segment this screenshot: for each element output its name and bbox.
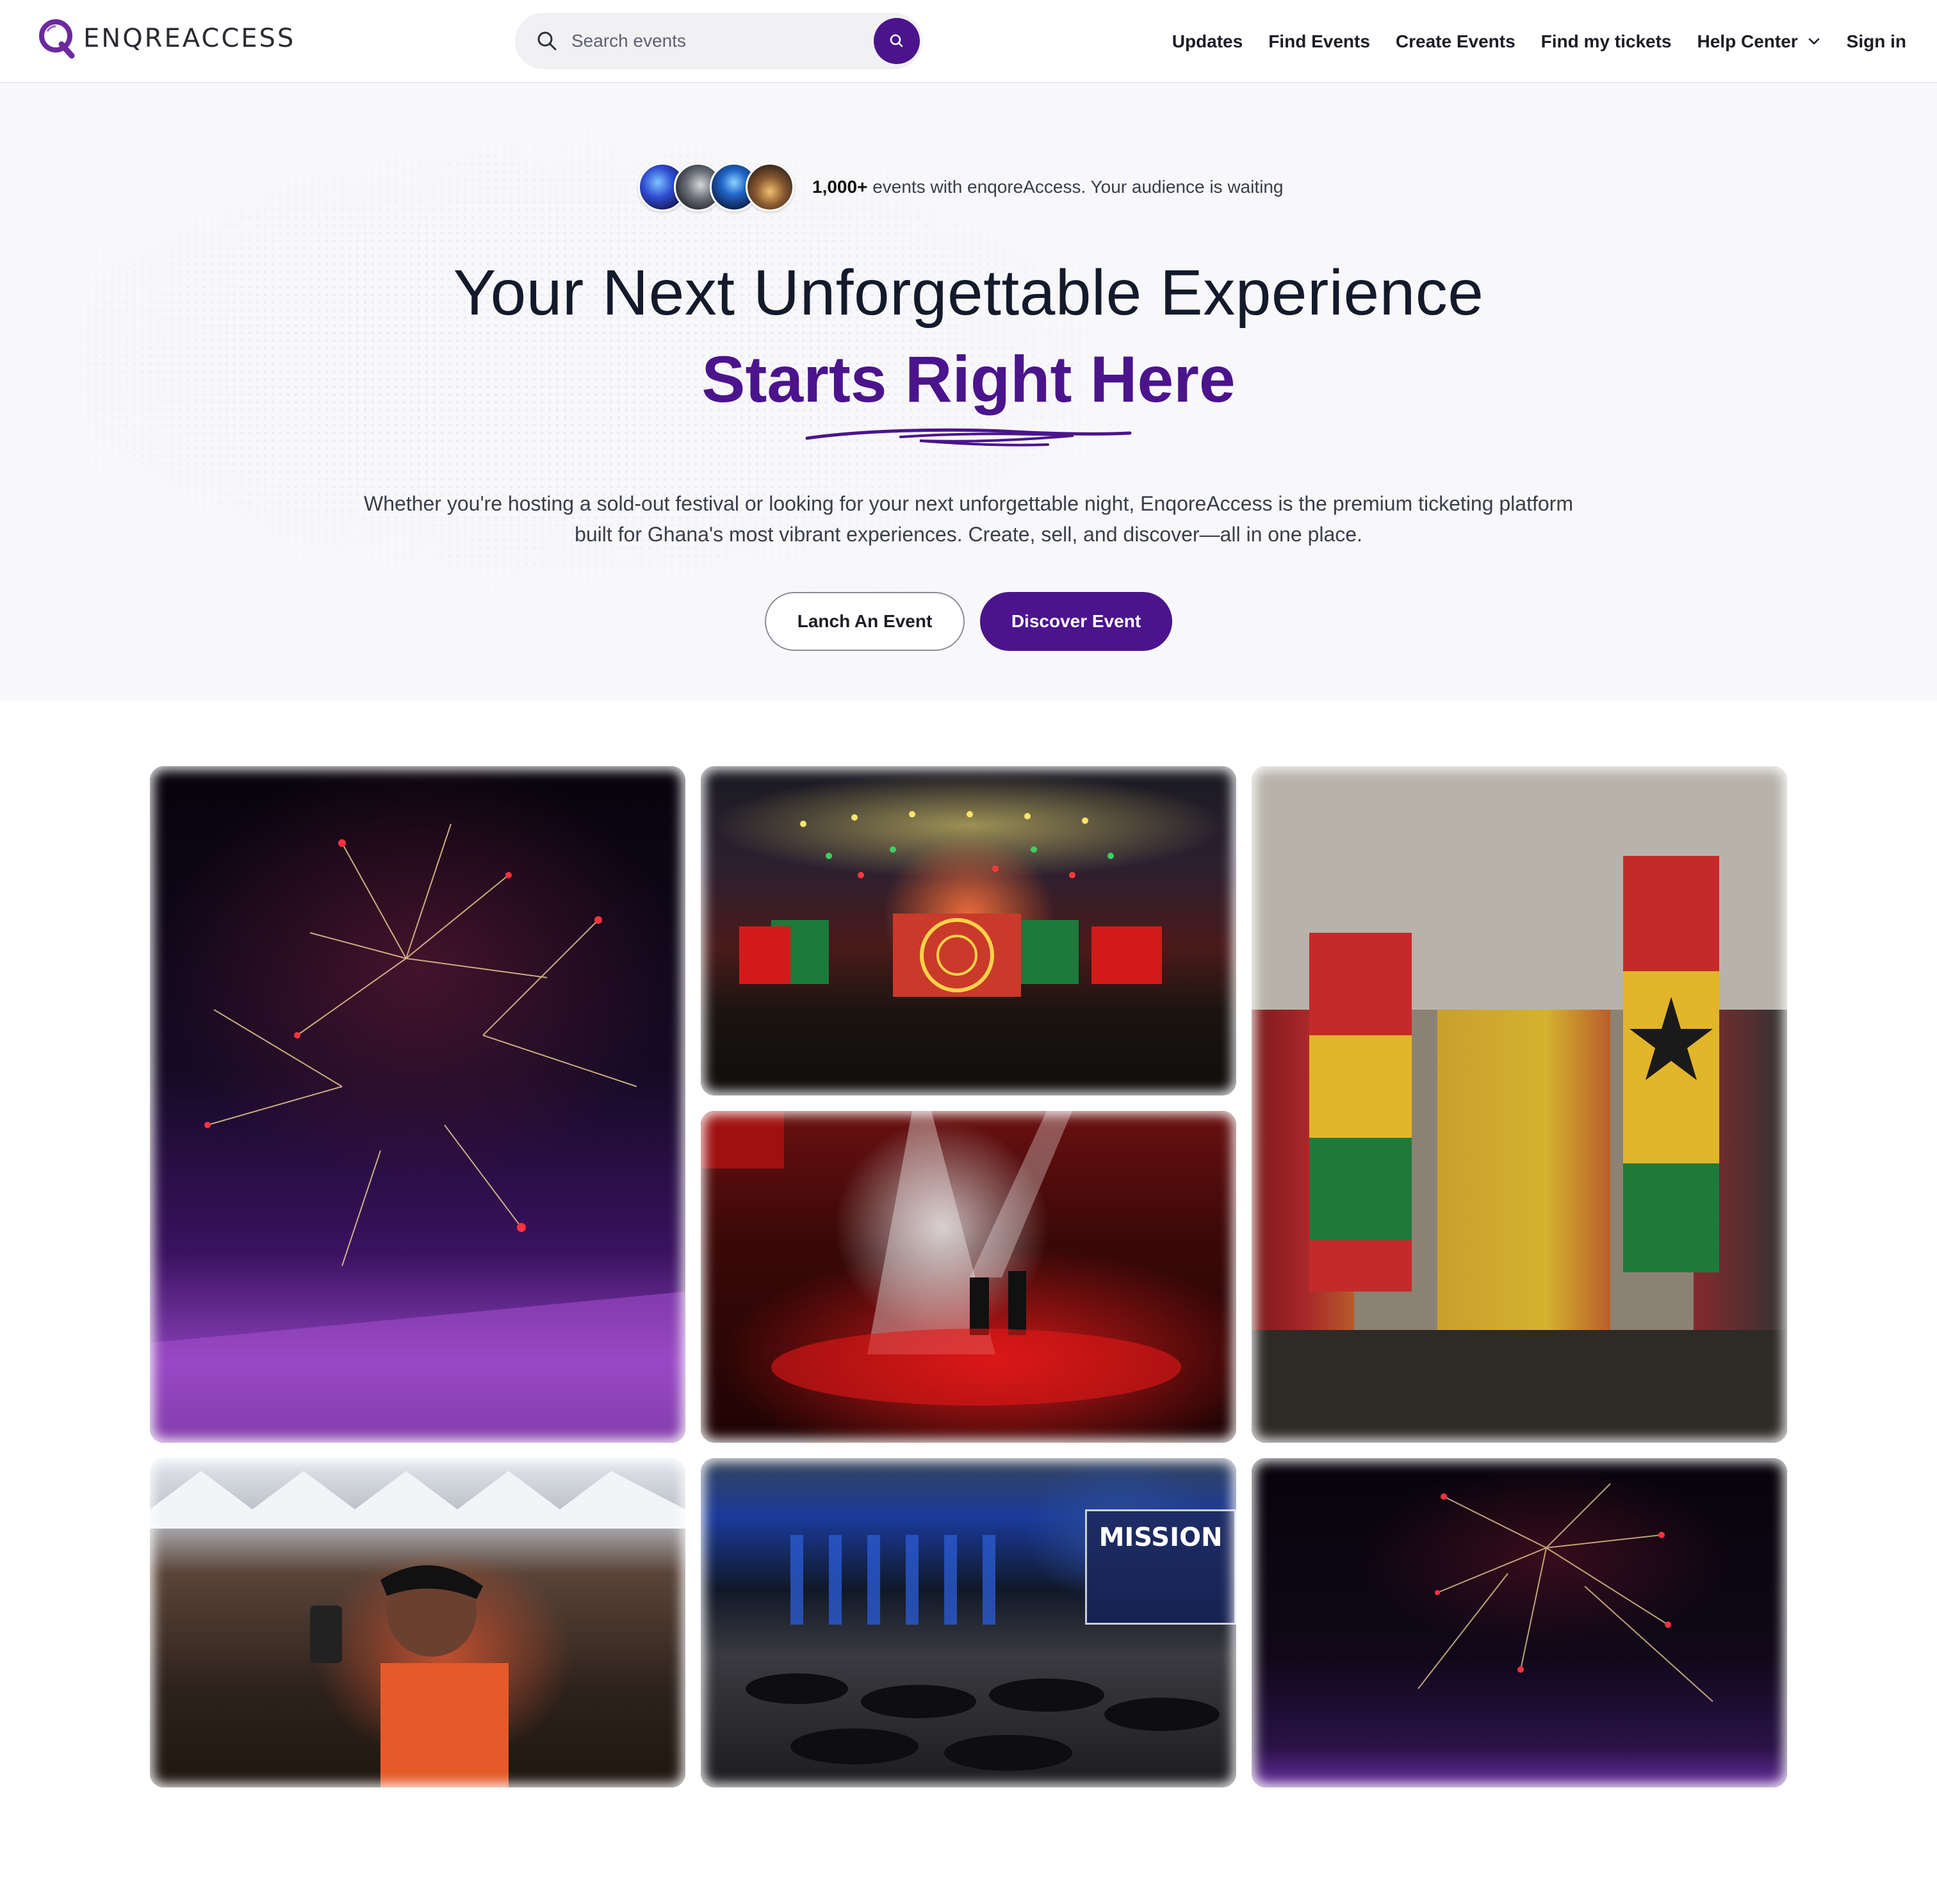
nav-find-events[interactable]: Find Events [1268,31,1370,52]
chevron-down-icon [1808,38,1819,45]
gallery-image-night-fireworks[interactable] [1252,1458,1787,1787]
social-proof: 1,000+ events with enqoreAccess. Your au… [638,163,1283,211]
social-proof-caption: events with enqoreAccess. Your audience … [867,177,1284,197]
launch-event-button[interactable]: Lanch An Event [765,592,965,651]
underline-squiggle-icon [805,428,1132,447]
top-navbar: ENQREACCESS Updates Find Events Create E… [0,0,1937,83]
gallery-image-fireworks-over-stage[interactable] [150,766,685,1443]
nav-find-my-tickets[interactable]: Find my tickets [1541,31,1672,52]
fireworks-image [150,823,685,1443]
gallery-image-concert-stage-lights[interactable] [701,766,1236,1096]
arch-image [1252,766,1787,1443]
event-avatar-stack [638,163,794,211]
hero-section: 1,000+ events with enqoreAccess. Your au… [0,83,1937,701]
discover-event-button[interactable]: Discover Event [980,592,1172,651]
search-icon [890,34,903,47]
banquet-image [746,1535,1220,1771]
nav-sign-in[interactable]: Sign in [1847,31,1906,52]
nav-updates[interactable]: Updates [1172,31,1243,52]
nav-create-events[interactable]: Create Events [1396,31,1516,52]
gallery-image-independence-arch-event[interactable] [1252,766,1787,1443]
search-icon [537,31,557,51]
gallery-image-conference-banquet-hall[interactable]: MISSION [701,1458,1236,1787]
search-input[interactable] [571,24,853,58]
search-bar [515,13,922,69]
nav-help-center[interactable]: Help Center [1697,31,1821,52]
events-count: 1,000+ [812,177,868,197]
hero-title-highlight: Starts Right Here [701,343,1236,416]
brand-name: ENQREACCESS [83,24,296,53]
mission-screen-text: MISSION [1085,1509,1236,1625]
social-proof-text: 1,000+ events with enqoreAccess. Your au… [812,177,1283,197]
gala-image [701,1111,1181,1406]
event-avatar [746,163,794,211]
logo-mark-icon [39,19,75,59]
gallery-image-festival-crowd-selfie[interactable] [150,1458,685,1787]
hero-title: Your Next Unforgettable Experience [453,257,1484,329]
gallery-image-awards-gala-spotlight[interactable] [701,1111,1236,1443]
brand-logo[interactable]: ENQREACCESS [36,15,295,62]
main-nav: Updates Find Events Create Events Find m… [1147,0,1906,83]
stage-image [739,811,1162,997]
search-submit-button[interactable] [874,18,920,64]
crowd-image [150,1471,685,1787]
hero-description: Whether you're hosting a sold-out festiv… [364,492,1573,546]
nav-help-center-label: Help Center [1697,31,1798,51]
fireworks-image [1418,1483,1713,1702]
